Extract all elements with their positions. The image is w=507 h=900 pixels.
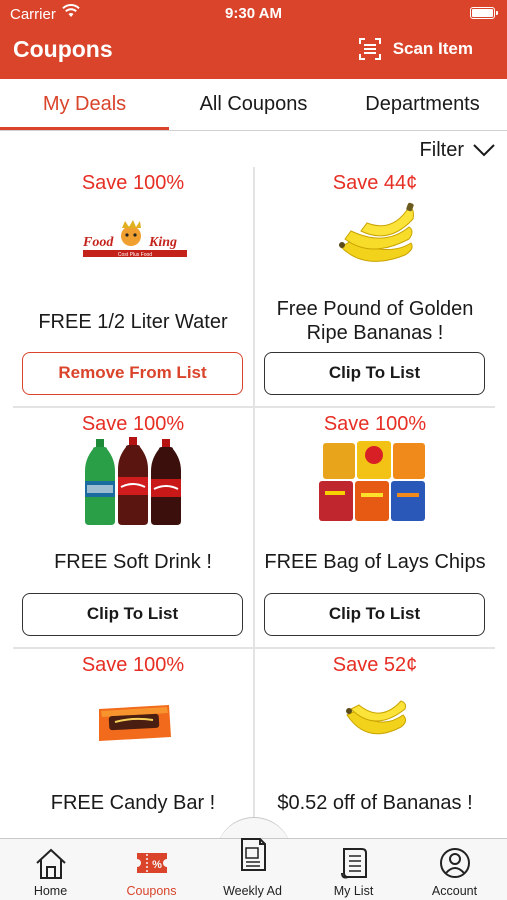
chip-bags-icon <box>305 441 445 523</box>
clip-to-list-button[interactable]: Clip To List <box>22 593 243 636</box>
tab-my-deals[interactable]: My Deals <box>0 79 169 129</box>
remove-from-list-button[interactable]: Remove From List <box>22 352 243 395</box>
logo-text-king: King <box>148 235 177 250</box>
nav-coupons[interactable]: % Coupons <box>101 839 202 900</box>
coupon-description: FREE Soft Drink ! <box>54 551 212 573</box>
status-bar: Carrier 9:30 AM <box>0 0 507 28</box>
svg-text:%: % <box>152 859 162 871</box>
home-icon <box>36 848 66 879</box>
nav-label: Coupons <box>126 884 177 898</box>
logo-tagline: Cost Plus Food <box>118 252 152 258</box>
weekly-ad-icon <box>241 838 266 871</box>
logo-text-food: Food <box>82 235 114 250</box>
page-title: Coupons <box>13 36 113 62</box>
save-amount: Save 100% <box>81 654 185 676</box>
nav-label: Home <box>33 884 68 898</box>
coupon-description: Free Pound of Golden Ripe Bananas ! <box>276 298 474 344</box>
save-amount: Save 44¢ <box>332 172 418 194</box>
nav-home[interactable]: Home <box>0 839 101 900</box>
nav-label: Account <box>431 884 478 898</box>
coupon-grid: Save 100% Food King Cost Plus Food FREE … <box>13 167 495 837</box>
filter-button[interactable]: Filter <box>420 138 496 162</box>
tab-all-coupons[interactable]: All Coupons <box>169 79 338 129</box>
coupon-icon: % <box>137 853 167 873</box>
scan-item-button[interactable]: Scan Item <box>358 36 473 62</box>
nav-label: My List <box>333 884 374 898</box>
tab-departments[interactable]: Departments <box>338 79 507 129</box>
coupon-description: FREE Bag of Lays Chips <box>264 551 486 573</box>
filter-label: Filter <box>419 138 464 161</box>
my-list-icon <box>341 848 367 879</box>
save-amount: Save 52¢ <box>332 654 418 676</box>
coupon-card: Save 100% Food King Cost Plus Food FREE … <box>13 167 253 406</box>
nav-weekly-ad[interactable]: Weekly Ad <box>202 838 303 900</box>
food-king-logo: Food King Cost Plus Food <box>63 215 203 265</box>
app-header: Carrier 9:30 AM Coupons Scan Item <box>0 0 507 79</box>
save-amount: Save 100% <box>323 413 427 435</box>
segment-tabs: My Deals All Coupons Departments <box>0 79 507 131</box>
coupon-description: FREE Candy Bar ! <box>50 792 216 814</box>
coupon-card: Save 100% FREE Soft Drink ! Clip To List <box>13 408 253 647</box>
nav-account[interactable]: Account <box>404 839 505 900</box>
clip-to-list-button[interactable]: Clip To List <box>264 352 485 395</box>
account-icon <box>440 848 470 878</box>
scan-item-label: Scan Item <box>392 39 473 58</box>
nav-my-list[interactable]: My List <box>303 839 404 900</box>
clip-to-list-button[interactable]: Clip To List <box>264 593 485 636</box>
nav-label: Weekly Ad <box>223 884 282 898</box>
chevron-down-icon <box>473 144 495 157</box>
coupon-card: Save 52¢ $0.52 off of Bananas ! <box>255 649 495 837</box>
coupon-card: Save 44¢ Free Pound of Golden Ripe Banan… <box>255 167 495 406</box>
save-amount: Save 100% <box>81 172 185 194</box>
bananas-icon <box>305 693 445 753</box>
battery-icon <box>470 7 498 19</box>
barcode-scan-icon <box>358 38 381 60</box>
clock: 9:30 AM <box>225 5 282 22</box>
coupon-description: $0.52 off of Bananas ! <box>277 792 473 814</box>
soda-bottles-icon <box>63 437 203 527</box>
coupon-description: FREE 1/2 Liter Water <box>38 311 228 333</box>
bottom-tab-bar: Home % Coupons Weekly Ad My List Account <box>0 838 507 900</box>
active-tab-indicator <box>0 127 169 130</box>
bananas-icon <box>305 201 445 301</box>
coupon-card: Save 100% FREE Candy Bar ! <box>13 649 253 837</box>
candy-bar-icon <box>63 699 203 749</box>
coupon-card: Save 100% FREE Bag of Lays Chips Clip To… <box>255 408 495 647</box>
save-amount: Save 100% <box>81 413 185 435</box>
